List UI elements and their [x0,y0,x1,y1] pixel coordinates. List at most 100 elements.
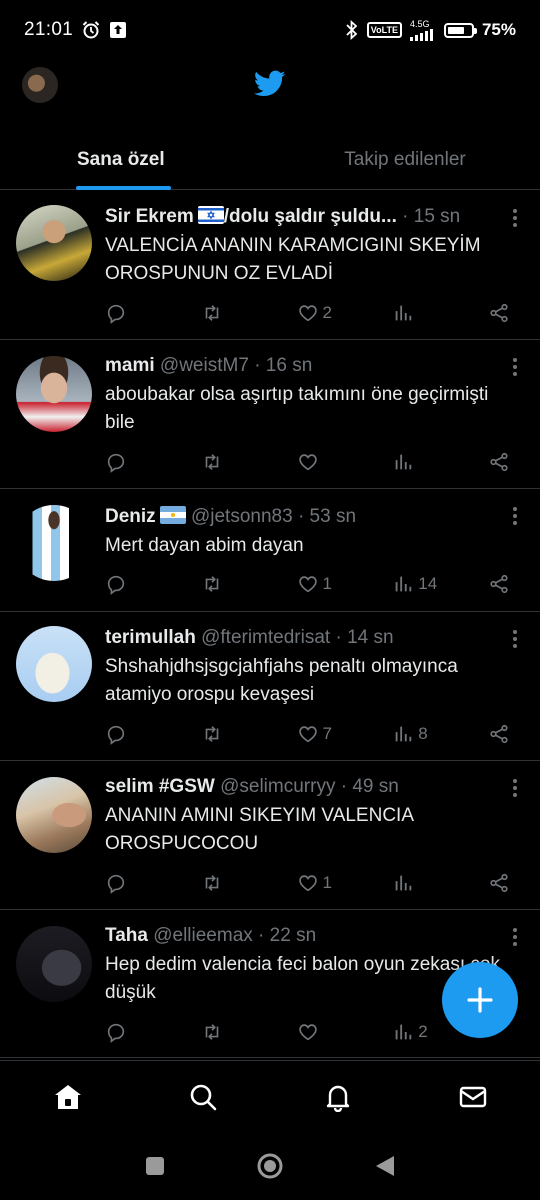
nav-notifications[interactable] [308,1067,368,1127]
tweet-avatar[interactable] [16,505,92,581]
heart-icon [298,1024,317,1041]
reply-button[interactable] [105,302,153,324]
reply-icon [107,725,125,745]
search-icon [190,1084,216,1110]
heart-icon [298,576,317,593]
tab-following[interactable]: Takip edilenler [270,130,540,190]
timeline-tabs: Sana özel Takip edilenler [0,130,540,190]
views-button[interactable] [392,872,440,894]
retweet-button[interactable] [201,573,249,595]
reply-button[interactable] [105,1021,153,1043]
home-icon [54,1084,81,1109]
views-chart-icon [395,726,412,742]
tweet-handle: @weistM7 [159,355,249,376]
views-chart-icon [395,576,412,592]
tweet-feed: Sir Ekrem/dolu şaldır şuldu... · 15 sn V… [0,191,540,1058]
share-button[interactable] [488,723,510,745]
reply-icon [107,453,125,473]
reply-icon [107,1023,125,1043]
israel-flag-icon [197,206,224,224]
views-button[interactable] [392,451,440,473]
nav-messages[interactable] [443,1067,503,1127]
like-button[interactable]: 7 [297,723,345,745]
reply-button[interactable] [105,451,153,473]
twitter-bird-icon[interactable] [254,70,286,98]
reply-button[interactable] [105,872,153,894]
nav-home[interactable] [38,1067,98,1127]
like-button[interactable]: 2 [297,302,345,324]
back-triangle-icon[interactable] [374,1154,396,1178]
tweet[interactable]: terimullah @fterimtedrisat · 14 sn Shsha… [0,612,540,761]
heart-icon [298,454,317,471]
tweet-time: · 22 sn [258,925,317,946]
tweet-avatar[interactable] [16,777,92,853]
tab-for-you[interactable]: Sana özel [0,130,270,190]
top-header [0,60,540,112]
share-button[interactable] [488,573,510,595]
recents-square-icon[interactable] [144,1155,166,1177]
tweet-author-name-suffix: /dolu şaldır şuldu... [223,206,397,227]
share-icon [490,452,508,472]
tweet-handle: @selimcurryy [220,776,336,797]
status-bar: 21:01 VoLTE 4.5G 75% [0,0,540,60]
tweet-author-name: selim #GSW [105,776,215,797]
like-button[interactable]: 1 [297,573,345,595]
tweet[interactable]: Sir Ekrem/dolu şaldır şuldu... · 15 sn V… [0,191,540,340]
like-count: 7 [322,724,332,743]
share-icon [490,574,508,594]
retweet-button[interactable] [201,1021,249,1043]
views-count: 8 [418,724,428,743]
views-button[interactable]: 8 [392,723,440,745]
like-button[interactable] [297,451,345,473]
heart-icon [298,305,317,322]
like-count: 1 [322,873,332,892]
views-button[interactable] [392,302,440,324]
retweet-button[interactable] [201,451,249,473]
views-chart-icon [395,1024,412,1040]
home-circle-icon[interactable] [256,1152,284,1180]
profile-avatar[interactable] [22,67,58,103]
retweet-icon [205,1024,219,1040]
tweet-avatar[interactable] [16,356,92,432]
retweet-icon [205,576,219,592]
bottom-navigation [0,1060,540,1132]
alarm-icon [81,20,101,40]
tweet[interactable]: mami @weistM7 · 16 sn aboubakar olsa aşı… [0,340,540,489]
bell-icon [326,1085,349,1112]
volte-icon: VoLTE [366,22,402,38]
tweet-avatar[interactable] [16,205,92,281]
plus-icon [467,987,493,1013]
retweet-icon [205,875,219,891]
views-button[interactable]: 14 [392,573,440,595]
like-button[interactable] [297,1021,345,1043]
signal-icon: 4.5G [409,19,436,41]
tweet-author-name: Taha [105,925,148,946]
tweet[interactable]: selim #GSW @selimcurryy · 49 sn ANANIN A… [0,761,540,910]
share-icon [490,303,508,323]
like-button[interactable]: 1 [297,872,345,894]
tweet-avatar[interactable] [16,626,92,702]
reply-icon [107,304,125,324]
tweet-author-name: Deniz [105,506,156,527]
reply-button[interactable] [105,573,153,595]
retweet-icon [205,305,219,321]
retweet-button[interactable] [201,723,249,745]
mail-icon [459,1086,486,1107]
compose-tweet-button[interactable] [442,962,518,1038]
tweet-avatar[interactable] [16,926,92,1002]
share-button[interactable] [488,872,510,894]
retweet-button[interactable] [201,872,249,894]
share-icon [490,724,508,744]
tweet-text: Mert dayan abim dayan [105,535,304,556]
upload-notification-icon [109,21,127,39]
battery-icon [443,22,477,38]
share-button[interactable] [488,451,510,473]
share-button[interactable] [488,302,510,324]
views-button[interactable]: 2 [392,1021,440,1043]
nav-search[interactable] [173,1067,233,1127]
tweet[interactable]: Deniz @jetsonn83 · 53 sn Mert dayan abim… [0,489,540,612]
tweet-time: · 49 sn [340,776,399,797]
reply-button[interactable] [105,723,153,745]
retweet-button[interactable] [201,302,249,324]
retweet-icon [205,454,219,470]
